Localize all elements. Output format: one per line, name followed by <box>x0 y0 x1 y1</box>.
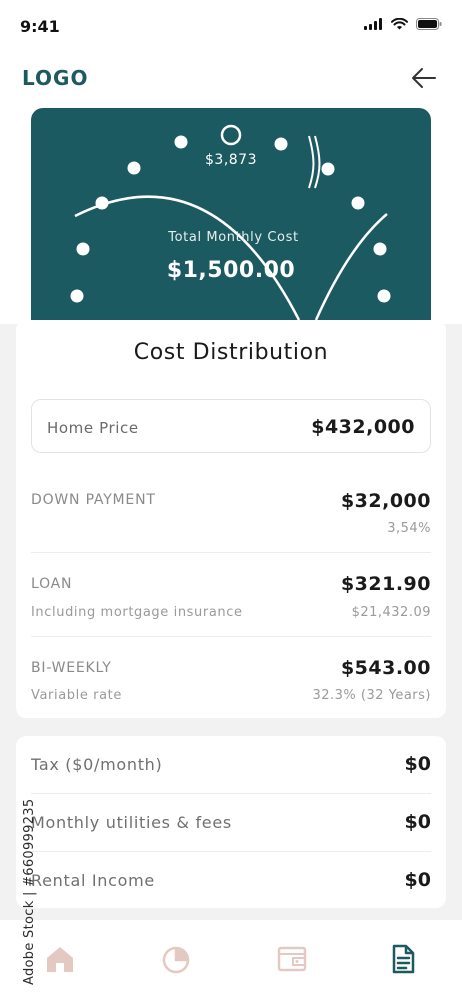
row-label: DOWN PAYMENT <box>31 492 156 508</box>
row-sub: Including mortgage insurance <box>31 605 243 620</box>
status-time: 9:41 <box>20 17 60 36</box>
gauge-dot <box>174 135 188 149</box>
signal-icon <box>364 18 382 30</box>
home-price-value: $432,000 <box>311 416 415 438</box>
row-meta: $21,432.09 <box>351 605 431 620</box>
gauge-graphic <box>70 124 391 320</box>
app-header: LOGO <box>0 54 462 104</box>
row-value: $32,000 <box>340 490 431 512</box>
wifi-icon <box>391 18 408 30</box>
section-title: Cost Distribution <box>133 340 329 365</box>
rental-income-row[interactable]: Rental Income $0 <box>31 851 431 909</box>
extra-value: $0 <box>404 811 431 833</box>
wallet-icon[interactable] <box>275 942 309 976</box>
extra-label: Rental Income <box>31 871 155 890</box>
document-icon[interactable] <box>386 942 420 976</box>
gauge-max-value: $3,873 <box>205 152 257 168</box>
cost-distribution-card: Cost Distribution Home Price $432,000 DO… <box>16 320 446 718</box>
row-label: BI-WEEKLY <box>31 660 112 676</box>
tax-row[interactable]: Tax ($0/month) $0 <box>31 736 431 794</box>
gauge-dot <box>274 137 288 151</box>
gauge-dot <box>70 289 84 303</box>
row-value: $543.00 <box>340 657 431 679</box>
status-icons <box>364 18 442 30</box>
row-meta: 32.3% (32 Years) <box>312 688 431 703</box>
monthly-cost-gauge-card: $3,873 Total Monthly Cost $1,500.00 <box>31 108 431 320</box>
logo: LOGO <box>22 66 89 90</box>
status-bar: 9:41 <box>0 0 462 54</box>
loan-row[interactable]: LOAN Including mortgage insurance $321.9… <box>31 552 431 636</box>
home-price-label: Home Price <box>47 419 139 437</box>
stock-watermark-text: Adobe Stock | #660999235 <box>22 798 37 985</box>
back-arrow-icon[interactable] <box>410 64 438 92</box>
bottom-navigation <box>0 920 462 1000</box>
extra-label: Tax ($0/month) <box>31 755 163 774</box>
extra-value: $0 <box>404 869 431 891</box>
row-sub: Variable rate <box>31 688 122 703</box>
total-monthly-cost-label: Total Monthly Cost <box>168 230 299 245</box>
row-value: $321.90 <box>340 573 431 595</box>
extra-value: $0 <box>404 753 431 775</box>
extra-label: Monthly utilities & fees <box>31 813 232 832</box>
battery-icon <box>416 18 442 30</box>
pie-chart-icon[interactable] <box>159 942 193 976</box>
gauge-marker-ring <box>220 124 242 146</box>
row-label: LOAN <box>31 576 73 592</box>
total-monthly-cost-value: $1,500.00 <box>166 258 296 283</box>
additional-costs-card: Tax ($0/month) $0 Monthly utilities & fe… <box>16 736 446 908</box>
bi-weekly-row[interactable]: BI-WEEKLY Variable rate $543.00 32.3% (3… <box>31 636 431 716</box>
home-price-field[interactable]: Home Price $432,000 <box>31 399 431 453</box>
gauge-dot <box>377 289 391 303</box>
utilities-row[interactable]: Monthly utilities & fees $0 <box>31 793 431 851</box>
home-icon[interactable] <box>43 942 77 976</box>
gauge-dot <box>351 196 365 210</box>
down-payment-row[interactable]: DOWN PAYMENT $32,000 3,54% <box>31 472 431 552</box>
row-meta: 3,54% <box>387 521 431 536</box>
